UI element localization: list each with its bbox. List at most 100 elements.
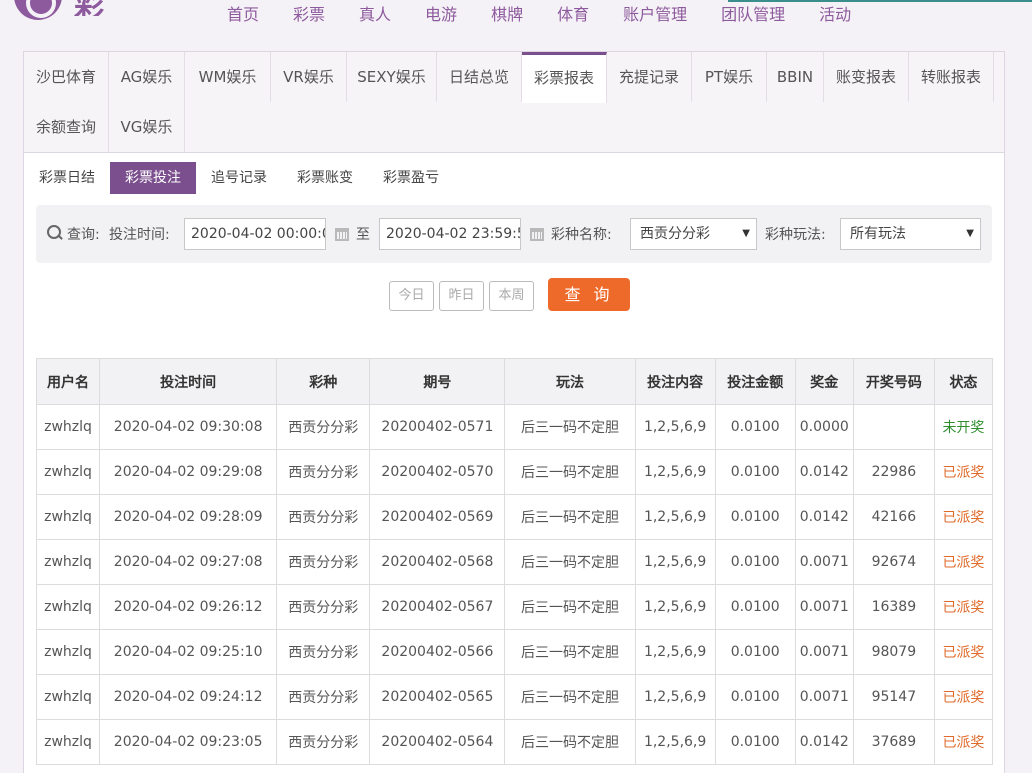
start-time-input[interactable]: 2020-04-02 00:00:00 xyxy=(184,218,326,250)
table-row[interactable]: zwhzlq 2020-04-02 09:29:08 西贡分分彩 20200402-0… xyxy=(35,449,994,495)
cell-bet-content: 1,2,5,6,9 xyxy=(634,629,716,675)
query-label: 查询: xyxy=(67,227,100,243)
main-nav: 首页 彩票 真人 电游 棋牌 体育 账户管理 团队管理 活动 xyxy=(210,4,868,26)
table-row[interactable]: zwhzlq 2020-04-02 09:23:05 西贡分分彩 20200402-0… xyxy=(35,719,994,765)
tab-sexy[interactable]: SEXY娱乐 xyxy=(347,52,437,102)
yesterday-button[interactable]: 昨日 xyxy=(439,281,484,311)
tab-ag[interactable]: AG娱乐 xyxy=(109,52,185,102)
tab-transfer-report[interactable]: 转账报表 xyxy=(909,52,994,102)
this-week-button[interactable]: 本周 xyxy=(489,281,534,311)
nav-lottery[interactable]: 彩票 xyxy=(276,4,342,26)
query-button[interactable]: 查 询 xyxy=(548,278,630,311)
cell-prize: 0.0142 xyxy=(794,494,854,540)
table-row[interactable]: zwhzlq 2020-04-02 09:24:12 西贡分分彩 20200402-0… xyxy=(35,674,994,720)
subtab-lottery-daily[interactable]: 彩票日结 xyxy=(36,162,98,194)
table-row[interactable]: zwhzlq 2020-04-02 09:25:10 西贡分分彩 20200402-0… xyxy=(35,629,994,675)
nav-cards[interactable]: 棋牌 xyxy=(474,4,540,26)
cell-bet-content: 1,2,5,6,9 xyxy=(634,584,716,630)
cell-bet-amount: 0.0100 xyxy=(714,404,796,450)
table-row[interactable]: zwhzlq 2020-04-02 09:27:08 西贡分分彩 20200402-0… xyxy=(35,539,994,585)
subtab-lottery-profit[interactable]: 彩票盈亏 xyxy=(380,162,442,194)
end-time-input[interactable]: 2020-04-02 23:59:59 xyxy=(379,218,521,250)
subtab-chase-records[interactable]: 追号记录 xyxy=(208,162,270,194)
cell-winning-number: 42166 xyxy=(852,494,935,540)
report-panel: 沙巴体育 AG娱乐 WM娱乐 VR娱乐 SEXY娱乐 日结总览 彩票报表 充提记… xyxy=(23,51,1005,773)
cell-bet-time: 2020-04-02 09:28:09 xyxy=(99,494,278,540)
tab-pt[interactable]: PT娱乐 xyxy=(692,52,767,102)
header-lottery[interactable]: 彩种 xyxy=(276,358,371,405)
cell-username: zwhzlq xyxy=(35,719,101,765)
cell-status: 未开奖 xyxy=(933,404,994,450)
table-row[interactable]: zwhzlq 2020-04-02 09:30:08 西贡分分彩 20200402-0… xyxy=(35,404,994,450)
cell-bet-content: 1,2,5,6,9 xyxy=(634,494,716,540)
cell-username: zwhzlq xyxy=(35,629,101,675)
tab-balance-query[interactable]: 余额查询 xyxy=(24,102,109,152)
cell-bet-content: 1,2,5,6,9 xyxy=(634,539,716,585)
cell-lottery: 西贡分分彩 xyxy=(276,629,371,675)
tab-deposit-withdraw[interactable]: 充提记录 xyxy=(607,52,692,102)
tab-wm[interactable]: WM娱乐 xyxy=(185,52,271,102)
header-prize[interactable]: 奖金 xyxy=(794,358,854,405)
cell-bet-content: 1,2,5,6,9 xyxy=(634,719,716,765)
nav-home[interactable]: 首页 xyxy=(210,4,276,26)
cell-issue: 20200402-0571 xyxy=(369,404,506,450)
cell-winning-number: 22986 xyxy=(852,449,935,495)
report-tabs: 沙巴体育 AG娱乐 WM娱乐 VR娱乐 SEXY娱乐 日结总览 彩票报表 充提记… xyxy=(24,52,1004,153)
cell-status: 已派奖 xyxy=(933,539,994,585)
top-bar: 彩 首页 彩票 真人 电游 棋牌 体育 账户管理 团队管理 活动 xyxy=(0,0,1032,36)
nav-account[interactable]: 账户管理 xyxy=(606,4,704,26)
nav-team[interactable]: 团队管理 xyxy=(704,4,802,26)
bet-time-label: 投注时间: xyxy=(109,227,170,243)
cell-lottery: 西贡分分彩 xyxy=(276,674,371,720)
cell-bet-amount: 0.0100 xyxy=(714,494,796,540)
nav-live[interactable]: 真人 xyxy=(342,4,408,26)
cell-bet-time: 2020-04-02 09:23:05 xyxy=(99,719,278,765)
header-username[interactable]: 用户名 xyxy=(35,358,101,405)
tab-saba-sports[interactable]: 沙巴体育 xyxy=(24,52,109,102)
header-status[interactable]: 状态 xyxy=(933,358,994,405)
cell-winning-number: 16389 xyxy=(852,584,935,630)
cell-status: 已派奖 xyxy=(933,674,994,720)
cell-bet-content: 1,2,5,6,9 xyxy=(634,449,716,495)
tab-bbin[interactable]: BBIN xyxy=(767,52,824,102)
table-header-row: 用户名 投注时间 彩种 期号 玩法 投注内容 投注金额 奖金 开奖号码 状态 xyxy=(35,358,994,405)
tab-lottery-report[interactable]: 彩票报表 xyxy=(522,52,607,103)
cell-prize: 0.0071 xyxy=(794,539,854,585)
nav-slots[interactable]: 电游 xyxy=(408,4,474,26)
site-logo[interactable]: 彩 xyxy=(14,0,164,22)
search-icon xyxy=(47,225,63,241)
header-bet-content[interactable]: 投注内容 xyxy=(634,358,716,405)
cell-status: 已派奖 xyxy=(933,629,994,675)
cell-status: 已派奖 xyxy=(933,449,994,495)
nav-sports[interactable]: 体育 xyxy=(540,4,606,26)
header-issue[interactable]: 期号 xyxy=(369,358,506,405)
cell-username: zwhzlq xyxy=(35,539,101,585)
cell-issue: 20200402-0565 xyxy=(369,674,506,720)
today-button[interactable]: 今日 xyxy=(389,281,434,311)
header-play[interactable]: 玩法 xyxy=(504,358,636,405)
end-calendar-icon[interactable] xyxy=(530,225,544,241)
cell-username: zwhzlq xyxy=(35,674,101,720)
play-type-select[interactable]: 所有玩法 ▼ xyxy=(840,218,981,250)
cell-bet-amount: 0.0100 xyxy=(714,629,796,675)
tab-vr[interactable]: VR娱乐 xyxy=(271,52,347,102)
chevron-down-icon: ▼ xyxy=(742,228,750,239)
lottery-select[interactable]: 西贡分分彩 ▼ xyxy=(630,218,757,250)
table-row[interactable]: zwhzlq 2020-04-02 09:26:12 西贡分分彩 20200402-0… xyxy=(35,584,994,630)
bets-table: 用户名 投注时间 彩种 期号 玩法 投注内容 投注金额 奖金 开奖号码 状态 z… xyxy=(35,358,994,765)
subtab-lottery-bets[interactable]: 彩票投注 xyxy=(110,162,196,194)
tab-vg[interactable]: VG娱乐 xyxy=(109,102,185,152)
search-bar: 查询: 投注时间: 2020-04-02 00:00:00 至 2020-04-… xyxy=(36,205,992,263)
header-winning-number[interactable]: 开奖号码 xyxy=(852,358,935,405)
tab-balance-change[interactable]: 账变报表 xyxy=(824,52,909,102)
cell-winning-number: 37689 xyxy=(852,719,935,765)
tab-daily-overview[interactable]: 日结总览 xyxy=(437,52,522,102)
cell-bet-time: 2020-04-02 09:26:12 xyxy=(99,584,278,630)
header-bet-time[interactable]: 投注时间 xyxy=(99,358,278,405)
nav-promotions[interactable]: 活动 xyxy=(802,4,868,26)
header-bet-amount[interactable]: 投注金额 xyxy=(714,358,796,405)
subtab-lottery-changes[interactable]: 彩票账变 xyxy=(294,162,356,194)
cell-status: 已派奖 xyxy=(933,494,994,540)
start-calendar-icon[interactable] xyxy=(335,225,349,241)
table-row[interactable]: zwhzlq 2020-04-02 09:28:09 西贡分分彩 20200402-0… xyxy=(35,494,994,540)
